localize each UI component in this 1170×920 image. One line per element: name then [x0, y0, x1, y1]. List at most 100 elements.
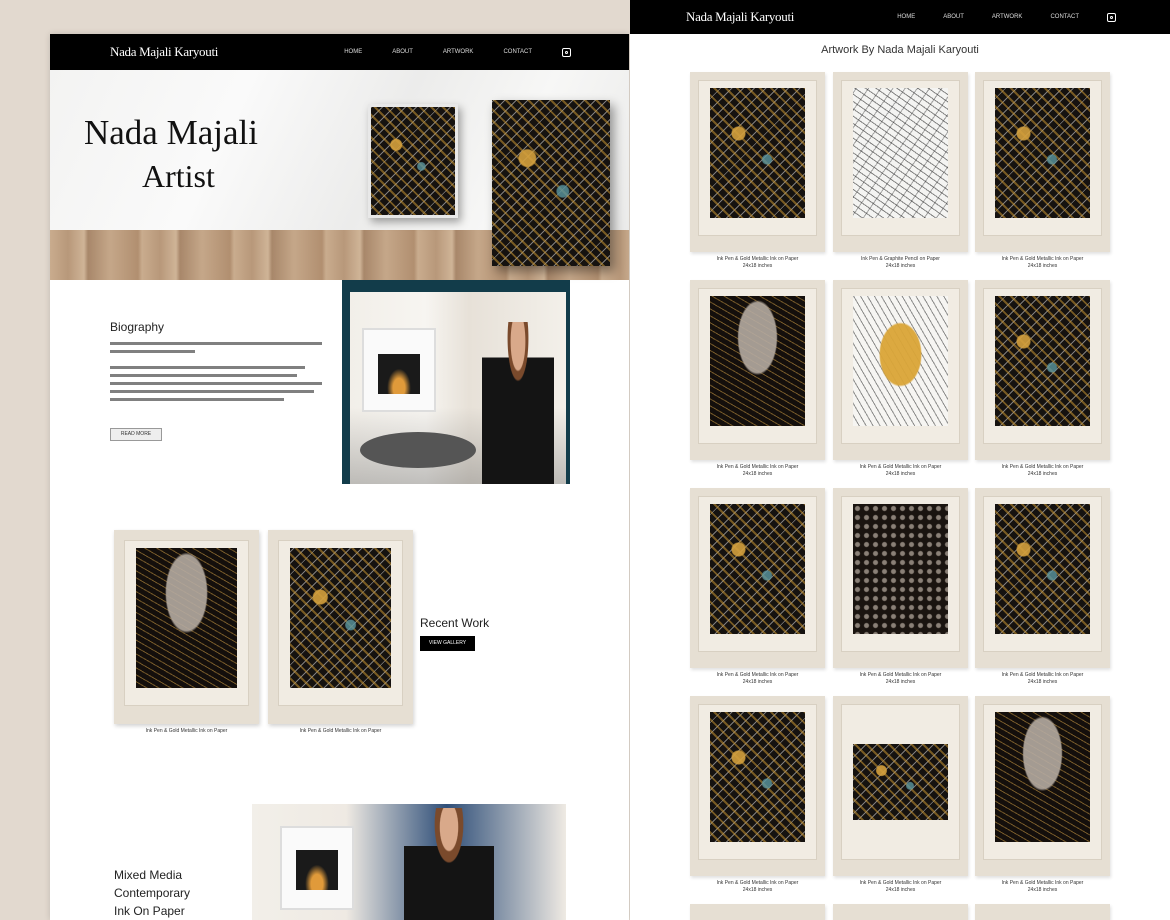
artwork-caption: Ink Pen & Gold Metallic Ink on Paper 24x1…: [690, 672, 825, 686]
biography-section: Biography READ MORE: [50, 280, 629, 530]
artwork-caption: Ink Pen & Gold Metallic Ink on Paper: [145, 728, 228, 734]
artwork-image: [710, 296, 805, 426]
hero-artwork-large: [492, 100, 610, 266]
artwork-size: 24x18 inches: [742, 263, 773, 269]
artist-photo-frame: [342, 280, 570, 484]
recent-work-section: Ink Pen & Gold Metallic Ink on Paper Ink…: [50, 530, 629, 804]
gallery-page-screenshot: Nada Majali Karyouti HOME ABOUT ARTWORK …: [630, 0, 1170, 920]
nav-links: HOME ABOUT ARTWORK CONTACT: [344, 47, 629, 57]
recent-work-heading: Recent Work: [420, 616, 490, 630]
artwork-medium: Ink Pen & Gold Metallic Ink on Paper: [716, 672, 799, 678]
artwork-caption: Ink Pen & Gold Metallic Ink on Paper 24x1…: [975, 464, 1110, 478]
biography-heading: Biography: [110, 320, 165, 334]
nav-link-artwork[interactable]: ARTWORK: [992, 14, 1023, 20]
nav-link-about[interactable]: ABOUT: [943, 14, 964, 20]
gallery-artwork-card[interactable]: [975, 904, 1110, 920]
artwork-medium: Ink Pen & Gold Metallic Ink on Paper: [716, 256, 799, 262]
artwork-medium: Ink Pen & Gold Metallic Ink on Paper: [716, 880, 799, 886]
artwork-size: 24x18 inches: [742, 887, 773, 893]
site-brand[interactable]: Nada Majali Karyouti: [110, 44, 218, 60]
artwork-size: 24x18 inches: [1027, 263, 1058, 269]
instagram-icon[interactable]: [1107, 12, 1116, 22]
read-more-button[interactable]: READ MORE: [110, 428, 162, 441]
gallery-artwork-card[interactable]: [690, 904, 825, 920]
artwork-size: 24x18 inches: [885, 263, 916, 269]
artist-figure: [482, 322, 554, 484]
recent-artwork-card[interactable]: [114, 530, 259, 724]
artwork-size: 24x18 inches: [1027, 887, 1058, 893]
artist-working-photo: [252, 804, 566, 920]
artwork-caption: Ink Pen & Gold Metallic Ink on Paper 24x1…: [690, 880, 825, 894]
recent-artwork-card[interactable]: [268, 530, 413, 724]
gallery-artwork-card[interactable]: [975, 280, 1110, 460]
artwork-caption: Ink Pen & Gold Metallic Ink on Paper: [299, 728, 382, 734]
gallery-artwork-card[interactable]: [833, 72, 968, 252]
artwork-image: [710, 88, 805, 218]
artwork-caption: Ink Pen & Gold Metallic Ink on Paper 24x1…: [975, 880, 1110, 894]
artist-photo: [350, 292, 566, 484]
gallery-artwork-card[interactable]: [975, 488, 1110, 668]
artwork-image: [853, 744, 948, 820]
view-gallery-button[interactable]: VIEW GALLERY: [420, 636, 475, 651]
gallery-artwork-card[interactable]: [833, 904, 968, 920]
nav-links: HOME ABOUT ARTWORK CONTACT: [897, 12, 1170, 22]
gallery-artwork-card[interactable]: [833, 488, 968, 668]
artwork-medium: Ink Pen & Gold Metallic Ink on Paper: [1001, 464, 1084, 470]
nav-link-contact[interactable]: CONTACT: [503, 49, 532, 55]
media-text-line: Contemporary: [114, 886, 191, 900]
artwork-size: 24x18 inches: [885, 471, 916, 477]
gallery-artwork-card[interactable]: [690, 488, 825, 668]
hero-title: Nada Majali: [84, 113, 258, 152]
gallery-artwork-card[interactable]: [690, 696, 825, 876]
nav-link-artwork[interactable]: ARTWORK: [443, 49, 474, 55]
artwork-caption: Ink Pen & Gold Metallic Ink on Paper 24x1…: [833, 464, 968, 478]
gallery-artwork-card[interactable]: [690, 72, 825, 252]
artwork-medium: Ink Pen & Gold Metallic Ink on Paper: [1001, 880, 1084, 886]
artwork-caption: Ink Pen & Gold Metallic Ink on Paper 24x1…: [690, 256, 825, 270]
artwork-image: [995, 504, 1090, 634]
artwork-caption: Ink Pen & Gold Metallic Ink on Paper 24x1…: [833, 672, 968, 686]
artwork-medium: Ink Pen & Gold Metallic Ink on Paper: [1001, 256, 1084, 262]
nav-link-about[interactable]: ABOUT: [392, 49, 413, 55]
fireplace: [362, 328, 436, 412]
artwork-image: [853, 88, 948, 218]
homepage-screenshot: Nada Majali Karyouti HOME ABOUT ARTWORK …: [50, 34, 629, 920]
gallery-artwork-card[interactable]: [975, 72, 1110, 252]
mixed-media-section: Mixed Media Contemporary Ink On Paper: [50, 804, 629, 920]
fireplace: [280, 826, 354, 910]
gallery-artwork-card[interactable]: [975, 696, 1110, 876]
gallery-artwork-card[interactable]: [833, 696, 968, 876]
gallery-title: Artwork By Nada Majali Karyouti: [821, 44, 979, 56]
instagram-icon[interactable]: [562, 47, 571, 57]
artwork-size: 24x18 inches: [742, 679, 773, 685]
gallery-artwork-card[interactable]: [690, 280, 825, 460]
top-nav: Nada Majali Karyouti HOME ABOUT ARTWORK …: [50, 34, 629, 70]
media-text-line: Ink On Paper: [114, 904, 185, 918]
nav-link-contact[interactable]: CONTACT: [1050, 14, 1079, 20]
artwork-caption: Ink Pen & Graphite Pencil on Paper 24x18 …: [833, 256, 968, 270]
artwork-image: [853, 296, 948, 426]
top-nav: Nada Majali Karyouti HOME ABOUT ARTWORK …: [630, 0, 1170, 34]
site-brand[interactable]: Nada Majali Karyouti: [686, 9, 794, 25]
artwork-size: 24x18 inches: [1027, 471, 1058, 477]
artwork-medium: Ink Pen & Gold Metallic Ink on Paper: [1001, 672, 1084, 678]
artwork-size: 24x18 inches: [742, 471, 773, 477]
artist-figure: [404, 808, 494, 920]
hero-subtitle: Artist: [142, 158, 215, 194]
hero-artwork-small: [368, 104, 458, 218]
artwork-size: 24x18 inches: [885, 679, 916, 685]
artwork-medium: Ink Pen & Gold Metallic Ink on Paper: [716, 464, 799, 470]
artwork-medium: Ink Pen & Graphite Pencil on Paper: [861, 256, 940, 262]
artwork-image: [710, 712, 805, 842]
artwork-medium: Ink Pen & Gold Metallic Ink on Paper: [859, 672, 942, 678]
biography-paragraph-1: [110, 342, 322, 358]
media-text-line: Mixed Media: [114, 868, 183, 882]
biography-paragraph-2: [110, 366, 322, 406]
artwork-caption: Ink Pen & Gold Metallic Ink on Paper 24x1…: [975, 256, 1110, 270]
artwork-medium: Ink Pen & Gold Metallic Ink on Paper: [859, 464, 942, 470]
artwork-caption: Ink Pen & Gold Metallic Ink on Paper 24x1…: [690, 464, 825, 478]
gallery-artwork-card[interactable]: [833, 280, 968, 460]
nav-link-home[interactable]: HOME: [897, 14, 915, 20]
artwork-caption: Ink Pen & Gold Metallic Ink on Paper 24x1…: [833, 880, 968, 894]
nav-link-home[interactable]: HOME: [344, 49, 362, 55]
